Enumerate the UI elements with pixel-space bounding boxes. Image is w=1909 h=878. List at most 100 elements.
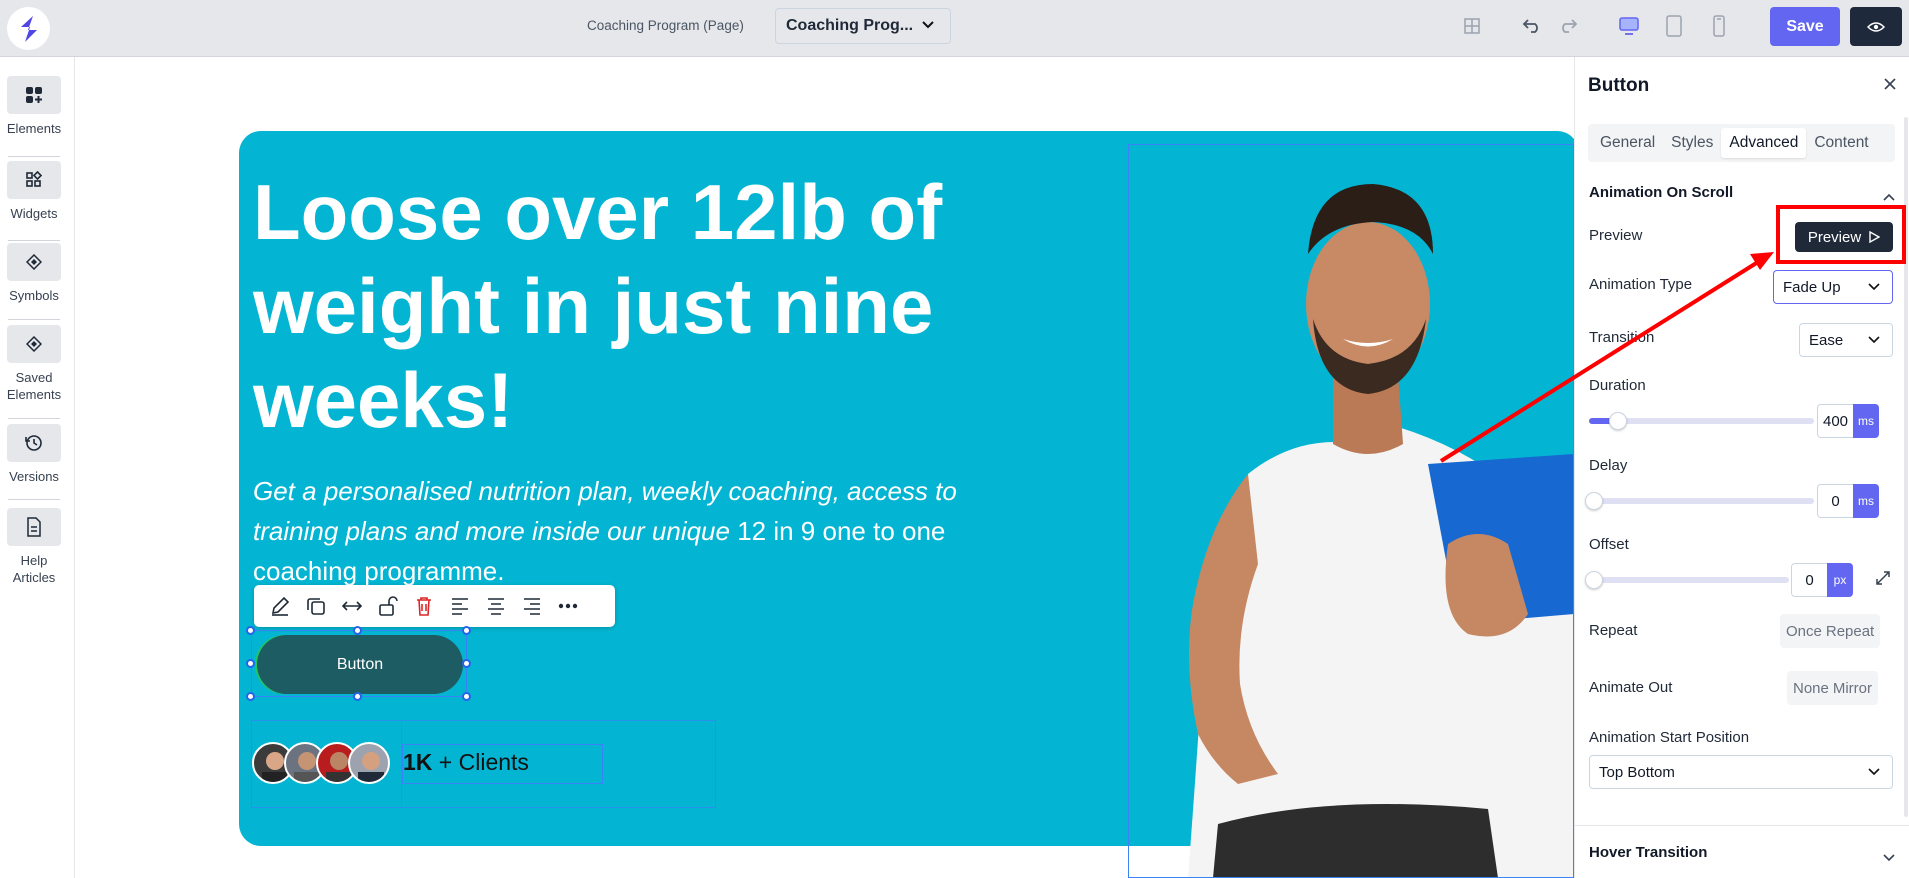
animation-type-label: Animation Type	[1589, 276, 1693, 293]
resize-handle[interactable]	[462, 692, 471, 701]
chevron-down-icon	[1868, 768, 1880, 776]
expand-icon[interactable]	[1875, 570, 1891, 591]
chevron-down-icon	[922, 21, 934, 29]
duration-label: Duration	[1589, 377, 1646, 394]
start-position-select[interactable]: Top Bottom	[1589, 755, 1893, 789]
repeat-toggle: Once Repeat	[1780, 614, 1881, 648]
chevron-up-icon[interactable]	[1883, 188, 1895, 206]
app-logo[interactable]	[7, 7, 50, 50]
more-options-icon[interactable]	[550, 588, 586, 624]
offset-slider[interactable]	[1585, 571, 1789, 589]
start-position-label: Animation Start Position	[1589, 729, 1750, 746]
duration-slider-knob[interactable]	[1609, 412, 1628, 430]
saved-elements-icon	[7, 325, 61, 363]
animate-out-option-mirror[interactable]: Mirror	[1833, 680, 1872, 697]
redo-icon[interactable]	[1556, 14, 1580, 38]
sidebar-item-versions[interactable]: Versions	[0, 424, 68, 485]
preview-page-button[interactable]	[1850, 7, 1902, 46]
save-button[interactable]: Save	[1770, 7, 1840, 46]
properties-panel: Button General Styles Advanced Content A…	[1574, 57, 1909, 878]
annotation-highlight-box	[1776, 205, 1906, 264]
repeat-option-once[interactable]: Once	[1786, 623, 1822, 640]
divider	[8, 418, 60, 419]
align-right-icon[interactable]	[514, 588, 550, 624]
clients-count: 1K	[403, 749, 433, 775]
transition-value: Ease	[1809, 331, 1844, 349]
tab-styles[interactable]: Styles	[1663, 128, 1721, 158]
tablet-view-icon[interactable]	[1662, 14, 1686, 38]
offset-unit[interactable]: px	[1827, 563, 1853, 597]
cta-button[interactable]: Button	[257, 635, 463, 694]
divider	[8, 240, 60, 241]
animation-type-select[interactable]: Fade Up	[1773, 270, 1893, 304]
document-icon	[7, 508, 61, 546]
start-position-value: Top Bottom	[1599, 763, 1675, 781]
element-toolbar	[254, 585, 615, 627]
sidebar-item-saved-elements[interactable]: Saved Elements	[0, 325, 68, 403]
transition-label: Transition	[1589, 329, 1655, 346]
logo-icon	[20, 15, 37, 42]
eye-icon	[1867, 21, 1885, 32]
offset-slider-knob[interactable]	[1585, 571, 1603, 589]
sidebar-item-help-articles[interactable]: Help Articles	[0, 508, 68, 586]
hero-headline[interactable]: Loose over 12lb of weight in just nine w…	[253, 165, 993, 447]
mobile-view-icon[interactable]	[1707, 14, 1731, 38]
delay-unit[interactable]: ms	[1853, 484, 1879, 518]
resize-handle[interactable]	[246, 692, 255, 701]
duration-slider[interactable]	[1589, 412, 1814, 430]
unlock-icon[interactable]	[370, 588, 406, 624]
section-title-hover[interactable]: Hover Transition	[1589, 844, 1707, 861]
clients-count-text[interactable]: 1K + Clients	[402, 744, 603, 784]
desktop-view-icon[interactable]	[1617, 14, 1641, 38]
divider	[8, 156, 60, 157]
section-title-animation[interactable]: Animation On Scroll	[1589, 184, 1733, 201]
repeat-option-repeat[interactable]: Repeat	[1826, 623, 1874, 640]
page-select[interactable]: Coaching Prog...	[775, 8, 951, 44]
page-name: Coaching Program (Page)	[587, 18, 744, 33]
tab-advanced[interactable]: Advanced	[1721, 128, 1807, 158]
sidebar-label: Symbols	[9, 288, 59, 303]
tab-content[interactable]: Content	[1806, 128, 1876, 158]
transition-select[interactable]: Ease	[1799, 323, 1893, 357]
resize-horizontal-icon[interactable]	[334, 588, 370, 624]
resize-handle[interactable]	[246, 659, 255, 668]
sidebar-label: Elements	[6, 121, 62, 136]
duplicate-icon[interactable]	[298, 588, 334, 624]
widgets-icon	[7, 161, 61, 199]
sidebar-item-elements[interactable]: Elements	[0, 76, 68, 137]
delay-slider[interactable]	[1585, 492, 1814, 510]
resize-handle[interactable]	[353, 692, 362, 701]
grid-icon[interactable]	[1460, 14, 1484, 38]
panel-title: Button	[1588, 75, 1650, 96]
page-select-value: Coaching Prog...	[786, 17, 914, 34]
sidebar-item-symbols[interactable]: Symbols	[0, 243, 68, 304]
clients-suffix: + Clients	[432, 749, 529, 775]
delete-icon[interactable]	[406, 588, 442, 624]
delay-slider-knob[interactable]	[1585, 492, 1603, 510]
resize-handle[interactable]	[462, 626, 471, 635]
align-left-icon[interactable]	[442, 588, 478, 624]
sidebar-label: Help Articles	[12, 553, 56, 585]
chevron-down-icon	[1868, 336, 1880, 344]
duration-unit[interactable]: ms	[1853, 404, 1879, 438]
chevron-down-icon	[1868, 283, 1880, 291]
edit-icon[interactable]	[262, 588, 298, 624]
left-sidebar: Elements Widgets Symbols Saved Elements …	[0, 57, 75, 878]
close-icon[interactable]	[1883, 75, 1897, 96]
sidebar-item-widgets[interactable]: Widgets	[0, 161, 68, 222]
chevron-down-icon[interactable]	[1883, 849, 1895, 867]
animate-out-option-none[interactable]: None	[1793, 680, 1829, 697]
divider	[8, 319, 60, 320]
repeat-label: Repeat	[1589, 622, 1638, 639]
resize-handle[interactable]	[353, 626, 362, 635]
undo-icon[interactable]	[1520, 14, 1544, 38]
avatar	[348, 742, 390, 784]
resize-handle[interactable]	[246, 626, 255, 635]
hero-subtext[interactable]: Get a personalised nutrition plan, weekl…	[253, 471, 993, 591]
align-center-icon[interactable]	[478, 588, 514, 624]
tab-general[interactable]: General	[1592, 128, 1663, 158]
divider	[8, 499, 60, 500]
resize-handle[interactable]	[462, 659, 471, 668]
top-bar: Coaching Program (Page) Coaching Prog...…	[0, 0, 1909, 57]
offset-label: Offset	[1589, 536, 1629, 553]
